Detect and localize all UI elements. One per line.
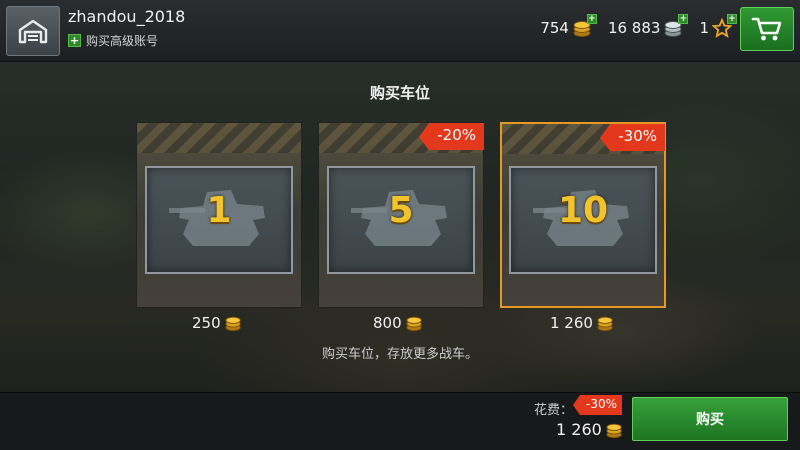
- gold-coin-icon: [606, 423, 622, 438]
- hangar-button[interactable]: [6, 6, 60, 56]
- total-cost: 1 260: [556, 420, 625, 439]
- silver-balance[interactable]: 16 883 +: [607, 14, 689, 38]
- free-xp-amount: 1: [699, 19, 709, 37]
- discount-badge: -20%: [419, 123, 484, 150]
- top-bar: zhandou_2018 + 购买高级账号 754 + 16 883 + 1 +: [0, 0, 800, 62]
- slot-frame: 1: [145, 166, 293, 274]
- add-gold-icon: +: [586, 14, 597, 24]
- cost-discount-badge: -30%: [572, 395, 623, 415]
- slot-option-10[interactable]: -30% 10: [500, 122, 666, 308]
- gold-coin-icon: [406, 316, 422, 332]
- cart-icon: [751, 17, 782, 41]
- slot-count: 5: [388, 190, 414, 231]
- free-xp-balance[interactable]: 1 +: [699, 14, 737, 38]
- gold-coin-icon: [597, 316, 613, 332]
- add-silver-icon: +: [678, 14, 689, 24]
- price-amount: 1 260: [550, 314, 593, 332]
- slot-option-1[interactable]: 1: [136, 122, 302, 308]
- slot-price-1: 250: [192, 314, 244, 332]
- price-amount: 250: [192, 314, 221, 332]
- buy-premium-label: 购买高级账号: [86, 34, 159, 48]
- slot-price-5: 800: [373, 314, 425, 332]
- slot-price-10: 1 260: [550, 314, 616, 332]
- buy-button[interactable]: 购买: [632, 397, 788, 441]
- bottom-bar: 花费： -30% 1 260 购买: [0, 392, 800, 450]
- currency-panel: 754 + 16 883 + 1 +: [526, 14, 737, 38]
- gold-coin-icon: [225, 316, 241, 332]
- gold-amount: 754: [540, 19, 569, 37]
- discount-badge: -30%: [600, 124, 665, 151]
- price-amount: 800: [373, 314, 402, 332]
- gold-balance[interactable]: 754 +: [540, 14, 597, 38]
- hangar-icon: [18, 19, 48, 44]
- slot-count: 10: [557, 190, 609, 231]
- add-xp-icon: +: [727, 14, 737, 24]
- buy-premium-link[interactable]: + 购买高级账号: [68, 32, 158, 49]
- username: zhandou_2018: [68, 7, 186, 26]
- plus-icon: +: [68, 34, 81, 47]
- slot-frame: 5: [327, 166, 475, 274]
- silver-amount: 16 883: [607, 19, 661, 37]
- hazard-stripes: [137, 123, 301, 153]
- dialog-description: 购买车位，存放更多战车。: [321, 347, 478, 362]
- slot-count: 1: [206, 190, 232, 231]
- slot-option-5[interactable]: -20% 5: [318, 122, 484, 308]
- cost-amount: 1 260: [556, 420, 602, 439]
- shop-cart-button[interactable]: [740, 7, 794, 51]
- cost-label: 花费：: [534, 403, 574, 418]
- slot-frame: 10: [509, 166, 657, 274]
- dialog-title: 购买车位: [369, 84, 430, 102]
